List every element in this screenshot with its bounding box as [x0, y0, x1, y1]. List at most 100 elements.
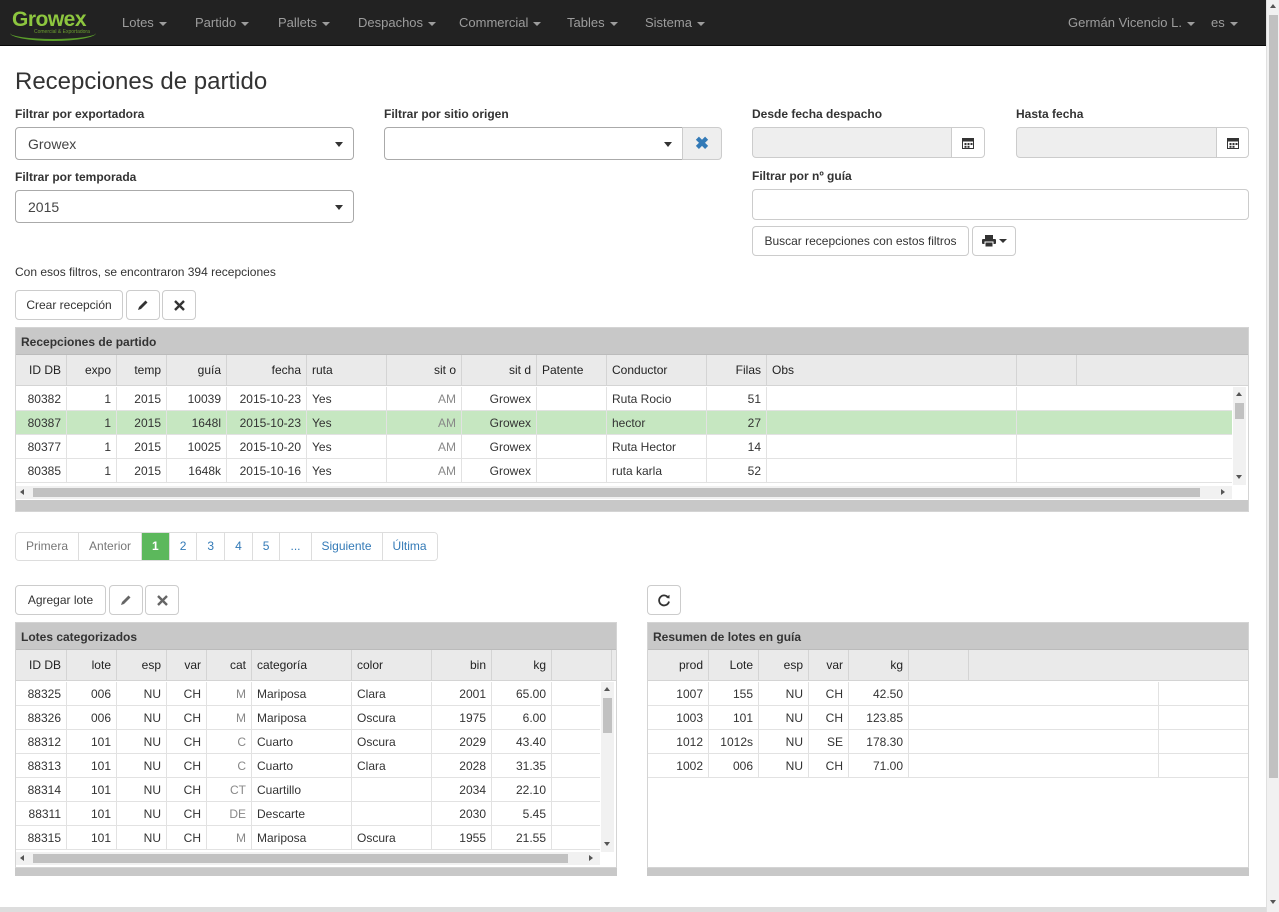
table-row[interactable]: 88312 101 NU CH C Cuarto Oscura 2029 43.40 [16, 730, 600, 754]
lots-horizontal-scrollbar[interactable] [16, 852, 600, 865]
scroll-right-icon[interactable] [589, 855, 593, 861]
refresh-button[interactable] [647, 585, 681, 615]
exportadora-select[interactable]: Growex [15, 127, 354, 160]
column-header[interactable]: cat [207, 650, 252, 681]
clear-sitio-button[interactable]: ✖ [682, 127, 722, 160]
table-row[interactable]: 88313 101 NU CH C Cuarto Clara 2028 31.35 [16, 754, 600, 778]
table-row[interactable]: 88314 101 NU CH CT Cuartillo 2034 22.10 [16, 778, 600, 802]
edit-lot-button[interactable] [109, 585, 143, 615]
scroll-right-icon[interactable] [1221, 489, 1225, 495]
nav-sistema[interactable]: Sistema [645, 15, 705, 30]
scroll-left-icon[interactable] [20, 855, 24, 861]
table-row[interactable]: 1007 155 NU CH 42.50 [648, 682, 1248, 706]
page-5[interactable]: 5 [252, 533, 281, 560]
print-menu-button[interactable] [972, 226, 1016, 256]
column-header[interactable]: esp [759, 650, 809, 681]
column-header[interactable]: Patente [537, 355, 607, 386]
table-row[interactable]: 80377 1 2015 10025 2015-10-20 Yes AM Growex Ruta… [16, 435, 1232, 459]
column-header[interactable]: temp [117, 355, 167, 386]
brand-logo[interactable]: Growex Comercial & Exportadora [10, 7, 100, 41]
page-ellipsis[interactable]: ... [280, 533, 312, 560]
column-header[interactable]: ruta [307, 355, 387, 386]
column-header[interactable]: categoría [252, 650, 352, 681]
column-header[interactable]: sit o [387, 355, 462, 386]
sitio-origen-select[interactable] [384, 127, 683, 160]
column-header[interactable]: kg [849, 650, 909, 681]
column-header[interactable]: Filas [707, 355, 767, 386]
scroll-thumb[interactable] [33, 488, 1200, 497]
nav-pallets[interactable]: Pallets [278, 15, 331, 30]
receptions-horizontal-scrollbar[interactable] [16, 486, 1232, 499]
nav-commercial[interactable]: Commercial [459, 15, 542, 30]
column-header[interactable]: var [809, 650, 849, 681]
scroll-thumb[interactable] [1269, 15, 1278, 778]
column-header[interactable]: expo [67, 355, 117, 386]
scroll-up-icon[interactable] [604, 687, 610, 691]
scroll-down-icon[interactable] [1270, 900, 1276, 904]
nav-user-menu[interactable]: Germán Vicencio L. [1068, 15, 1195, 30]
column-header[interactable]: var [167, 650, 207, 681]
table-row[interactable]: 88311 101 NU CH DE Descarte 2030 5.45 [16, 802, 600, 826]
scroll-thumb[interactable] [33, 854, 568, 863]
column-header[interactable]: kg [492, 650, 552, 681]
column-header[interactable]: Obs [767, 355, 1017, 386]
column-header[interactable]: bin [432, 650, 492, 681]
add-lot-button[interactable]: Agregar lote [15, 585, 106, 615]
nav-partido[interactable]: Partido [195, 15, 250, 30]
table-row[interactable]: 80382 1 2015 10039 2015-10-23 Yes AM Growex Ruta… [16, 387, 1232, 411]
scroll-down-icon[interactable] [604, 842, 610, 846]
hasta-fecha-input[interactable] [1016, 127, 1217, 158]
column-header[interactable]: fecha [227, 355, 307, 386]
search-receptions-button[interactable]: Buscar recepciones con estos filtros [752, 226, 969, 256]
receptions-vertical-scrollbar[interactable] [1233, 387, 1246, 485]
nav-lotes[interactable]: Lotes [122, 15, 167, 30]
page-1[interactable]: 1 [142, 533, 170, 560]
page-first[interactable]: Primera [16, 533, 80, 560]
delete-reception-button[interactable] [162, 290, 196, 320]
table-row[interactable]: 80385 1 2015 1648k 2015-10-16 Yes AM Growex ruta… [16, 459, 1232, 483]
column-header[interactable]: Conductor [607, 355, 707, 386]
page-prev[interactable]: Anterior [79, 533, 143, 560]
column-header[interactable]: esp [117, 650, 167, 681]
column-header[interactable]: Lote [709, 650, 759, 681]
guia-input[interactable] [752, 189, 1249, 220]
nav-despachos[interactable]: Despachos [358, 15, 437, 30]
column-header[interactable]: guía [167, 355, 227, 386]
scroll-up-icon[interactable] [1270, 4, 1276, 8]
lots-vertical-scrollbar[interactable] [601, 682, 614, 852]
page-last[interactable]: Última [382, 533, 437, 560]
scroll-thumb[interactable] [1235, 403, 1244, 419]
desde-calendar-button[interactable] [951, 127, 985, 158]
column-header[interactable]: ID DB [16, 650, 67, 681]
table-row[interactable]: 88326 006 NU CH M Mariposa Oscura 1975 6.00 [16, 706, 600, 730]
page-2[interactable]: 2 [169, 533, 198, 560]
table-row[interactable]: 88325 006 NU CH M Mariposa Clara 2001 65.00 [16, 682, 600, 706]
create-reception-button[interactable]: Crear recepción [15, 290, 123, 320]
edit-reception-button[interactable] [126, 290, 160, 320]
scroll-thumb[interactable] [603, 698, 612, 733]
scroll-up-icon[interactable] [1236, 392, 1242, 396]
temporada-select[interactable]: 2015 [15, 190, 354, 223]
table-row[interactable]: 88315 101 NU CH M Mariposa Oscura 1955 21.55 [16, 826, 600, 850]
hasta-calendar-button[interactable] [1216, 127, 1249, 158]
column-header[interactable]: prod [648, 650, 709, 681]
column-header[interactable]: color [352, 650, 432, 681]
table-row[interactable]: 1012 1012s NU SE 178.30 [648, 730, 1248, 754]
desde-fecha-input[interactable] [752, 127, 952, 158]
scroll-down-icon[interactable] [1236, 475, 1242, 479]
column-header[interactable]: lote [67, 650, 117, 681]
grid-footer [15, 868, 617, 876]
table-row[interactable]: 1003 101 NU CH 123.85 [648, 706, 1248, 730]
nav-tables[interactable]: Tables [567, 15, 618, 30]
page-next[interactable]: Siguiente [311, 533, 383, 560]
page-4[interactable]: 4 [225, 533, 253, 560]
delete-lot-button[interactable] [145, 585, 179, 615]
page-3[interactable]: 3 [197, 533, 226, 560]
column-header[interactable]: ID DB [16, 355, 67, 386]
table-row[interactable]: 1002 006 NU CH 71.00 [648, 754, 1248, 778]
page-vertical-scrollbar[interactable] [1266, 0, 1279, 912]
scroll-left-icon[interactable] [20, 489, 24, 495]
nav-language-menu[interactable]: es [1211, 15, 1238, 30]
table-row[interactable]: 80387 1 2015 1648l 2015-10-23 Yes AM Growex hect… [16, 411, 1232, 435]
column-header[interactable]: sit d [462, 355, 537, 386]
